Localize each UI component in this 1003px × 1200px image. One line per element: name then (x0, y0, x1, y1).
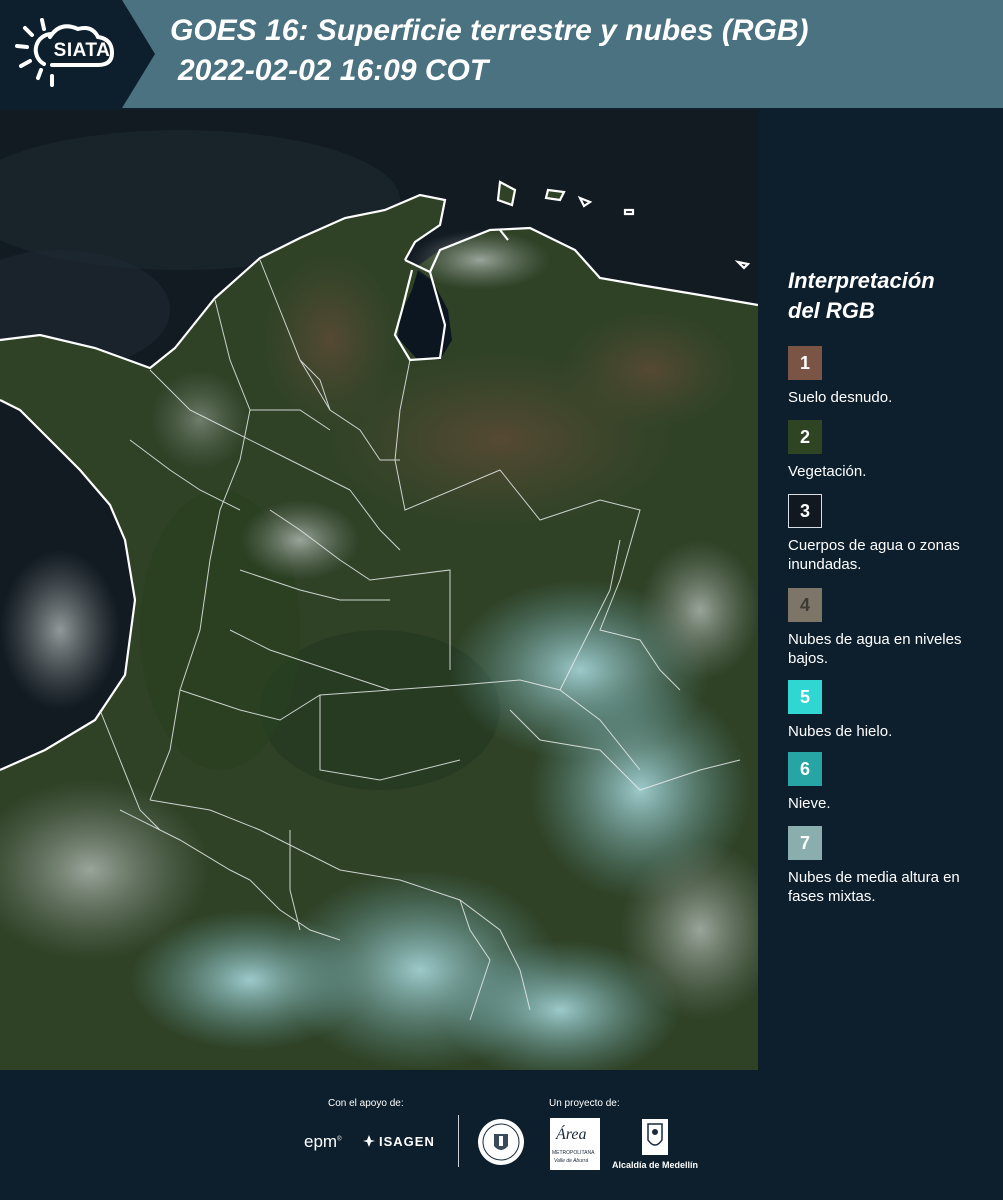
page-timestamp: 2022-02-02 16:09 COT (178, 54, 489, 87)
legend-item-bare-soil: 1 Suelo desnudo. (788, 346, 993, 407)
isagen-icon (362, 1134, 376, 1148)
legend-label-2: Vegetación. (788, 463, 867, 480)
footer-divider (458, 1115, 459, 1167)
legend-item-ice-clouds: 5 Nubes de hielo. (788, 680, 993, 741)
epm-logo: epm® (304, 1132, 342, 1151)
project-label: Un proyecto de: (549, 1098, 620, 1109)
legend-swatch-7: 7 (788, 826, 822, 860)
legend-title: Interpretación del RGB (788, 268, 935, 323)
legend-item-vegetation: 2 Vegetación. (788, 420, 993, 481)
legend-label-5: Nubes de hielo. (788, 723, 893, 740)
satellite-map (0, 110, 758, 1070)
legend-item-low-clouds: 4 Nubes de agua en niveles bajos. (788, 588, 993, 668)
footer: Con el apoyo de: Un proyecto de: epm® IS… (0, 1070, 1003, 1200)
legend-swatch-3: 3 (788, 494, 822, 528)
legend-swatch-5: 5 (788, 680, 822, 714)
legend-item-snow: 6 Nieve. (788, 752, 993, 813)
legend-swatch-2: 2 (788, 420, 822, 454)
alcaldia-shield-icon (641, 1118, 669, 1156)
logo-text: SIATA (53, 40, 111, 61)
legend-item-water: 3 Cuerpos de agua o zonas inundadas. (788, 494, 993, 574)
legend-swatch-4: 4 (788, 588, 822, 622)
page-title: GOES 16: Superficie terrestre y nubes (R… (170, 14, 809, 47)
legend-label-1: Suelo desnudo. (788, 389, 893, 406)
support-label: Con el apoyo de: (328, 1098, 404, 1109)
header: SIATA GOES 16: Superficie terrestre y nu… (0, 0, 1003, 108)
legend-label-3: Cuerpos de agua o zonas inundadas. (788, 537, 960, 573)
isagen-logo: ISAGEN (362, 1134, 435, 1149)
legend-label-4: Nubes de agua en niveles bajos. (788, 631, 962, 667)
legend-swatch-6: 6 (788, 752, 822, 786)
medellin-seal-icon (477, 1118, 525, 1166)
legend-label-6: Nieve. (788, 795, 831, 812)
legend-label-7: Nubes de media altura en fases mixtas. (788, 869, 960, 905)
siata-logo: SIATA (0, 0, 155, 108)
rgb-legend: Interpretación del RGB 1 Suelo desnudo. … (760, 108, 1003, 1070)
legend-item-mixed-clouds: 7 Nubes de media altura en fases mixtas. (788, 826, 993, 906)
legend-swatch-1: 1 (788, 346, 822, 380)
alcaldia-label: Alcaldía de Medellín (612, 1160, 699, 1170)
area-metropolitana-logo: Área METROPOLITANA Valle de Aburrá (550, 1118, 600, 1170)
